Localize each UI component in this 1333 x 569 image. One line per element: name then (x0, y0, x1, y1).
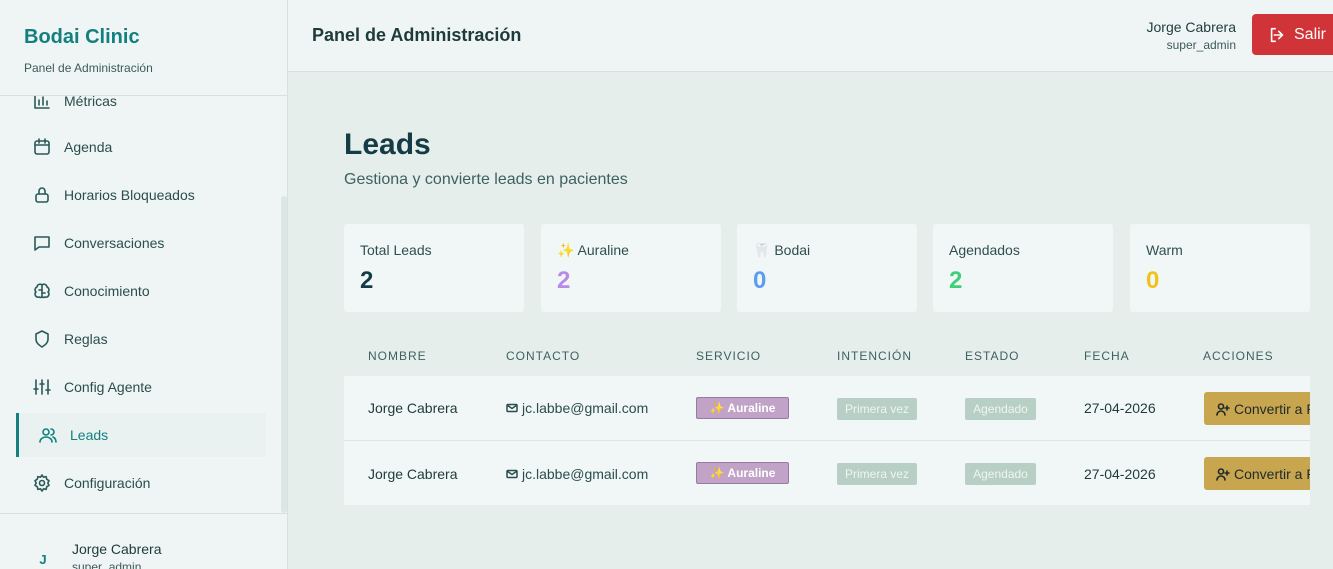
sidebar-item-label: Horarios Bloqueados (64, 187, 195, 203)
stat-label: ✨ Auraline (557, 242, 629, 258)
users-icon (38, 425, 58, 445)
column-header-estado[interactable]: ESTADO (965, 349, 1019, 363)
user-plus-icon (1216, 467, 1230, 481)
stat-label: Total Leads (360, 242, 432, 258)
lead-email: jc.labbe@gmail.com (522, 400, 649, 416)
stat-value: 0 (753, 267, 767, 294)
sidebar-item-leads[interactable]: Leads (16, 413, 266, 457)
table-row[interactable]: Jorge Cabrera jc.labbe@gmail.com ✨ Aural… (344, 440, 1310, 505)
intent-badge: Primera vez (837, 463, 917, 485)
lead-name: Jorge Cabrera (368, 400, 458, 416)
brain-icon (32, 281, 52, 301)
header-user-role: super_admin (1166, 38, 1236, 52)
user-plus-icon (1216, 402, 1230, 416)
lead-email: jc.labbe@gmail.com (522, 466, 649, 482)
sidebar-item-conocimiento[interactable]: Conocimiento (16, 269, 266, 313)
stat-value: 2 (949, 267, 963, 294)
stat-card-total-leads: Total Leads 2 (344, 224, 524, 312)
sidebar-item-metricas[interactable]: Métricas (16, 96, 266, 123)
sidebar-item-config-agente[interactable]: Config Agente (16, 365, 266, 409)
sidebar-item-label: Agenda (64, 139, 113, 155)
intent-badge: Primera vez (837, 398, 917, 420)
stat-label: Agendados (949, 242, 1020, 258)
sidebar-user: J Jorge Cabrera super_admin (0, 513, 288, 569)
shield-icon (32, 329, 52, 349)
status-badge: Agendado (965, 398, 1036, 420)
column-header-nombre[interactable]: NOMBRE (368, 349, 427, 363)
convert-label: Convertir a Paciente (1234, 400, 1310, 417)
stat-card-bodai: 🦷 Bodai 0 (737, 224, 917, 312)
column-header-servicio[interactable]: SERVICIO (696, 349, 761, 363)
table-row[interactable]: Jorge Cabrera jc.labbe@gmail.com ✨ Aural… (344, 376, 1310, 440)
mail-icon (506, 403, 518, 413)
header-user-name: Jorge Cabrera (1146, 19, 1237, 35)
logout-button[interactable]: Salir (1252, 14, 1333, 55)
brand: Bodai Clinic Panel de Administración (0, 0, 287, 96)
logout-icon (1270, 27, 1284, 42)
lead-contact[interactable]: jc.labbe@gmail.com (506, 466, 648, 482)
header-user: Jorge Cabrera super_admin (1147, 19, 1237, 52)
brand-title: Bodai Clinic (24, 26, 140, 48)
page-subtitle: Gestiona y convierte leads en pacientes (344, 171, 628, 188)
service-badge: ✨ Auraline (696, 397, 789, 419)
gear-icon (32, 473, 52, 493)
stat-value: 2 (360, 267, 374, 294)
stat-label: Warm (1146, 242, 1183, 258)
stat-label: 🦷 Bodai (753, 242, 811, 258)
sidebar-item-label: Conversaciones (64, 235, 165, 251)
sidebar-item-label: Config Agente (64, 379, 152, 395)
column-header-intencion[interactable]: INTENCIÓN (837, 349, 912, 363)
lock-icon (32, 185, 52, 205)
convert-label: Convertir a Paciente (1234, 465, 1310, 482)
logout-label: Salir (1294, 25, 1327, 43)
sidebar-item-label: Leads (70, 427, 109, 443)
calendar-icon (32, 137, 52, 157)
lead-date: 27-04-2026 (1084, 400, 1156, 416)
lead-date: 27-04-2026 (1084, 466, 1156, 482)
sidebar-item-label: Configuración (64, 475, 151, 491)
page-title: Leads (344, 128, 431, 161)
lead-contact[interactable]: jc.labbe@gmail.com (506, 400, 648, 416)
sidebar-item-label: Métricas (64, 96, 117, 109)
column-header-acciones: ACCIONES (1203, 349, 1274, 363)
sidebar: Bodai Clinic Panel de Administración Mét… (0, 0, 288, 569)
message-square-icon (32, 233, 52, 253)
header: Panel de Administración Jorge Cabrera su… (288, 0, 1333, 72)
stat-card-auraline: ✨ Auraline 2 (541, 224, 721, 312)
header-title: Panel de Administración (312, 25, 522, 45)
sidebar-item-label: Conocimiento (64, 283, 150, 299)
column-header-fecha[interactable]: FECHA (1084, 349, 1130, 363)
avatar: J (39, 551, 47, 567)
lead-name: Jorge Cabrera (368, 466, 458, 482)
stat-card-agendados: Agendados 2 (933, 224, 1113, 312)
status-badge: Agendado (965, 463, 1036, 485)
stat-value: 0 (1146, 267, 1160, 294)
stat-card-warm: Warm 0 (1130, 224, 1310, 312)
sidebar-user-role: super_admin (72, 560, 142, 569)
column-header-contacto[interactable]: CONTACTO (506, 349, 580, 363)
mail-icon (506, 469, 518, 479)
service-badge: ✨ Auraline (696, 462, 789, 484)
sidebar-nav: Métricas Agenda Horarios Bloqueados Conv… (0, 96, 280, 513)
stat-value: 2 (557, 267, 571, 294)
sidebar-item-agenda[interactable]: Agenda (16, 125, 266, 169)
sliders-icon (32, 377, 52, 397)
bar-chart-icon (32, 96, 52, 111)
sidebar-item-horarios-bloqueados[interactable]: Horarios Bloqueados (16, 173, 266, 217)
sidebar-item-reglas[interactable]: Reglas (16, 317, 266, 361)
sidebar-scrollbar[interactable] (281, 196, 287, 513)
sidebar-item-conversaciones[interactable]: Conversaciones (16, 221, 266, 265)
sidebar-item-label: Reglas (64, 331, 108, 347)
convert-to-patient-button[interactable]: Convertir a Paciente (1204, 457, 1310, 490)
sidebar-item-configuracion[interactable]: Configuración (16, 461, 266, 505)
brand-subtitle: Panel de Administración (24, 61, 153, 75)
convert-to-patient-button[interactable]: Convertir a Paciente (1204, 392, 1310, 425)
sidebar-user-name: Jorge Cabrera (72, 541, 162, 557)
